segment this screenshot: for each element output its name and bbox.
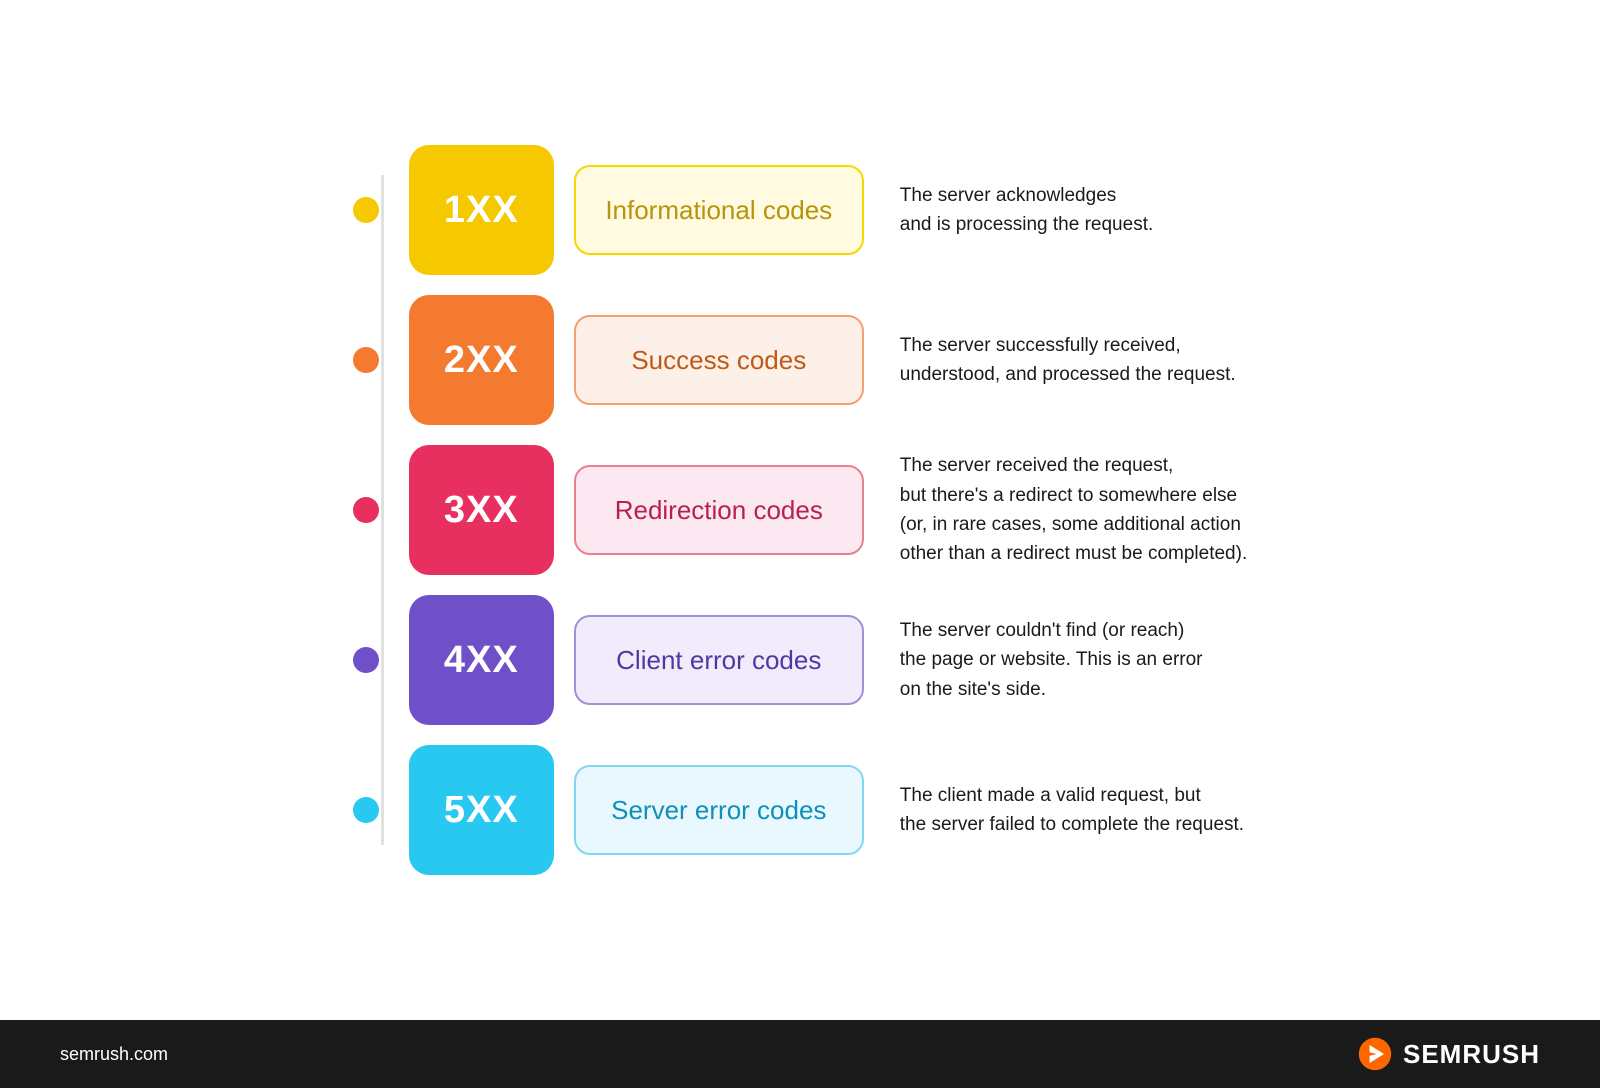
name-box-5xx: Server error codes: [574, 765, 864, 855]
name-box-3xx: Redirection codes: [574, 465, 864, 555]
row-5xx: 5XX Server error codes The client made a…: [353, 745, 1247, 875]
name-label-2xx: Success codes: [631, 345, 806, 376]
description-4xx: The server couldn't find (or reach)the p…: [900, 616, 1203, 704]
name-label-4xx: Client error codes: [616, 645, 821, 676]
description-2xx: The server successfully received,underst…: [900, 331, 1236, 390]
dot-3xx: [353, 497, 379, 523]
code-box-4xx: 4XX: [409, 595, 554, 725]
row-4xx: 4XX Client error codes The server couldn…: [353, 595, 1247, 725]
footer: semrush.com SEMRUSH: [0, 1020, 1600, 1088]
semrush-icon: [1357, 1036, 1393, 1072]
name-box-4xx: Client error codes: [574, 615, 864, 705]
code-label-4xx: 4XX: [444, 639, 519, 682]
dot-5xx: [353, 797, 379, 823]
code-box-5xx: 5XX: [409, 745, 554, 875]
row-1xx: 1XX Informational codes The server ackno…: [353, 145, 1247, 275]
code-box-2xx: 2XX: [409, 295, 554, 425]
description-5xx: The client made a valid request, butthe …: [900, 781, 1244, 840]
name-label-3xx: Redirection codes: [615, 495, 823, 526]
name-label-1xx: Informational codes: [605, 195, 832, 226]
semrush-brand-text: SEMRUSH: [1403, 1039, 1540, 1070]
row-2xx: 2XX Success codes The server successfull…: [353, 295, 1247, 425]
semrush-logo: SEMRUSH: [1357, 1036, 1540, 1072]
code-label-1xx: 1XX: [444, 189, 519, 232]
dot-1xx: [353, 197, 379, 223]
main-content: 1XX Informational codes The server ackno…: [0, 0, 1600, 1020]
code-box-3xx: 3XX: [409, 445, 554, 575]
code-box-1xx: 1XX: [409, 145, 554, 275]
description-1xx: The server acknowledgesand is processing…: [900, 181, 1154, 240]
row-3xx: 3XX Redirection codes The server receive…: [353, 445, 1247, 575]
footer-url: semrush.com: [60, 1044, 168, 1065]
dot-2xx: [353, 347, 379, 373]
code-label-5xx: 5XX: [444, 789, 519, 832]
name-label-5xx: Server error codes: [611, 795, 826, 826]
diagram: 1XX Informational codes The server ackno…: [353, 145, 1247, 875]
name-box-1xx: Informational codes: [574, 165, 864, 255]
name-box-2xx: Success codes: [574, 315, 864, 405]
code-label-2xx: 2XX: [444, 339, 519, 382]
code-label-3xx: 3XX: [444, 489, 519, 532]
description-3xx: The server received the request,but ther…: [900, 451, 1247, 569]
dot-4xx: [353, 647, 379, 673]
